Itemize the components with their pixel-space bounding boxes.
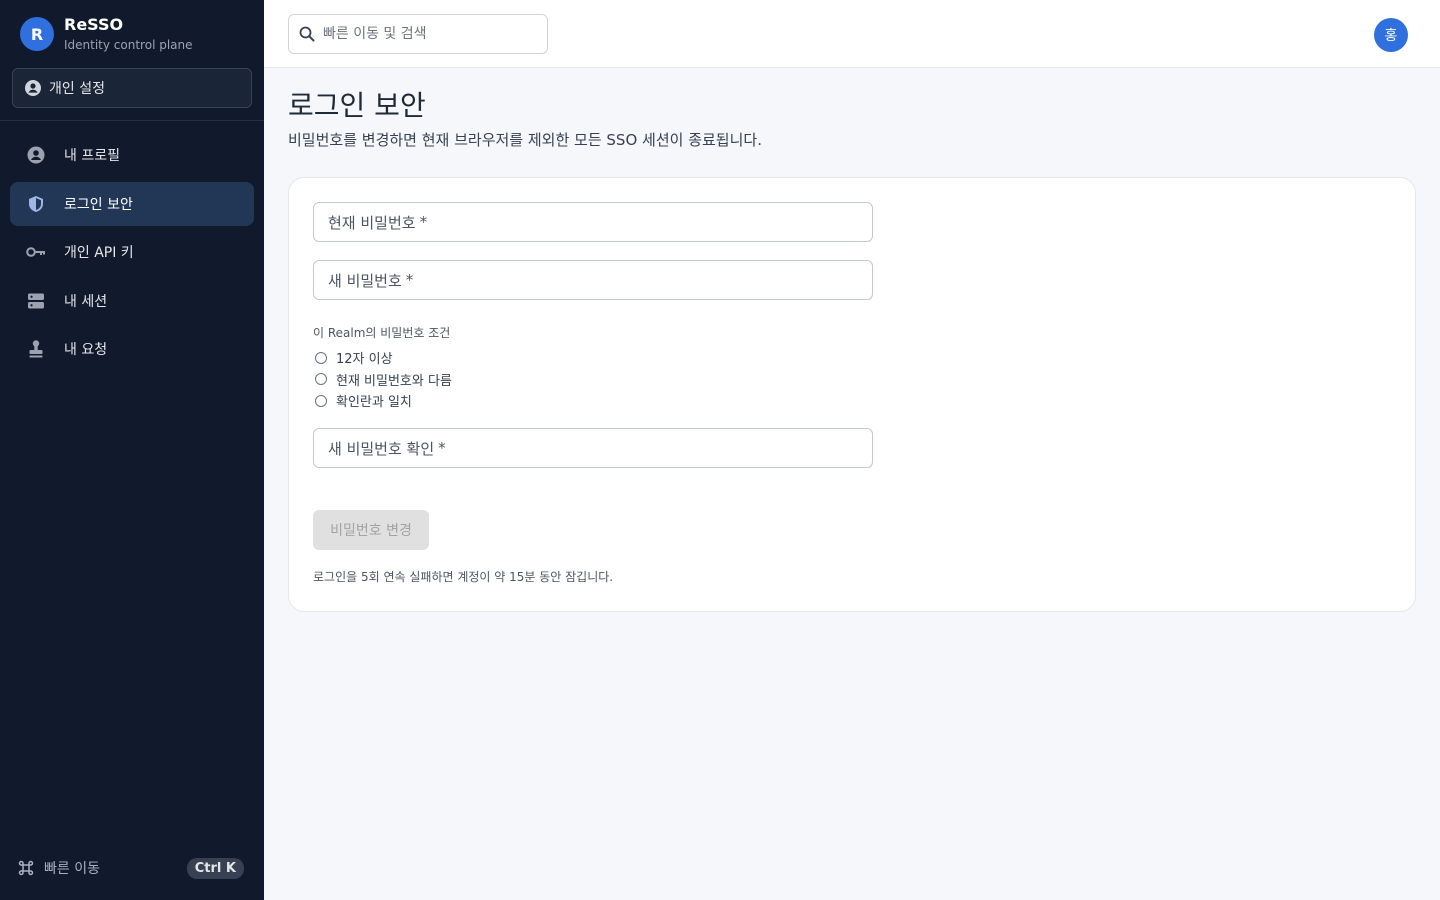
rule-label: 현재 비밀번호와 다름 [336, 373, 452, 389]
password-rule: 현재 비밀번호와 다름 [315, 369, 452, 391]
confirm-password-label: 새 비밀번호 확인 [328, 439, 435, 458]
page-title: 로그인 보안 [288, 89, 426, 122]
sidebar-item-label: 개인 API 키 [64, 245, 134, 261]
sidebar-item-profile[interactable]: 내 프로필 [10, 133, 254, 177]
sidebar-item-api-keys[interactable]: 개인 API 키 [10, 230, 254, 274]
brand-logo: R [20, 17, 54, 51]
password-rule: 12자 이상 [315, 347, 452, 369]
sidebar: R ReSSO Identity control plane 개인 설정 내 프… [0, 0, 264, 900]
sidebar-item-login-security[interactable]: 로그인 보안 [10, 181, 254, 226]
new-password-field[interactable]: 새 비밀번호 * [313, 260, 873, 300]
new-password-label: 새 비밀번호 [328, 271, 402, 290]
shield-icon [26, 194, 46, 214]
search-box[interactable] [288, 14, 548, 54]
brand-subtitle: Identity control plane [64, 38, 193, 52]
sidebar-divider [0, 120, 264, 121]
rule-label: 확인란과 일치 [336, 395, 412, 411]
sidebar-item-label: 내 프로필 [64, 148, 120, 164]
required-mark: * [419, 213, 428, 231]
rule-label: 12자 이상 [336, 352, 393, 368]
rule-status-circle-icon [315, 351, 327, 364]
command-icon [18, 860, 34, 876]
password-change-card: 현재 비밀번호 * 새 비밀번호 * 이 Realm의 비밀번호 조건 12자 이상… [288, 177, 1416, 612]
password-rule: 확인란과 일치 [315, 390, 452, 412]
page-description: 비밀번호를 변경하면 현재 브라우저를 제외한 모든 SSO 세션이 종료됩니다… [288, 131, 762, 149]
brand[interactable]: R ReSSO Identity control plane [20, 16, 193, 52]
stamp-icon [26, 339, 46, 359]
password-rules: 12자 이상 현재 비밀번호와 다름 확인란과 일치 [315, 347, 452, 412]
sidebar-item-label: 로그인 보안 [64, 196, 133, 213]
server-icon [26, 291, 46, 311]
quick-jump-button[interactable]: 빠른 이동 Ctrl K [18, 856, 244, 880]
current-password-field[interactable]: 현재 비밀번호 * [313, 202, 873, 242]
sidebar-item-label: 내 세션 [64, 293, 108, 310]
user-circle-icon [26, 145, 46, 165]
sidebar-nav: 내 프로필 로그인 보안 개인 API 키 내 세션 내 요청 [10, 133, 254, 376]
key-icon [26, 242, 46, 262]
avatar[interactable]: 홍 [1374, 18, 1408, 52]
password-rules-title: 이 Realm의 비밀번호 조건 [313, 326, 451, 340]
topbar: 홍 [264, 0, 1440, 68]
rule-status-circle-icon [315, 394, 327, 407]
search-icon [299, 26, 315, 42]
search-input[interactable] [323, 26, 533, 42]
shortcut-badge: Ctrl K [186, 857, 244, 879]
sidebar-item-requests[interactable]: 내 요청 [10, 327, 254, 371]
confirm-password-field[interactable]: 새 비밀번호 확인 * [313, 428, 873, 468]
sidebar-item-label: 내 요청 [64, 342, 108, 358]
context-selector-label: 개인 설정 [49, 81, 105, 97]
rule-status-circle-icon [315, 373, 327, 386]
brand-name: ReSSO [64, 15, 124, 34]
quick-jump-label: 빠른 이동 [44, 861, 100, 877]
required-mark: * [405, 271, 414, 289]
current-password-label: 현재 비밀번호 [328, 213, 416, 232]
sidebar-item-sessions[interactable]: 내 세션 [10, 279, 254, 323]
user-circle-icon [25, 80, 49, 96]
change-password-button[interactable]: 비밀번호 변경 [313, 510, 429, 550]
lockout-note: 로그인을 5회 연속 실패하면 계정이 약 15분 동안 잠깁니다. [313, 570, 614, 584]
context-selector[interactable]: 개인 설정 [12, 68, 252, 108]
required-mark: * [438, 439, 446, 457]
